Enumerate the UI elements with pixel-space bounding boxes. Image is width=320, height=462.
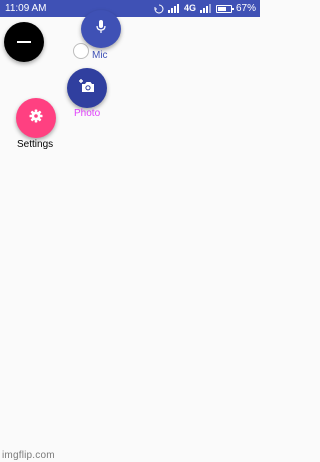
settings-label: Settings [17,139,54,150]
signal-strength-icon-2 [199,4,212,13]
battery-icon [215,4,234,13]
ghost-circle [73,43,89,59]
network-type: 4G [183,3,196,13]
status-bar: 11:09 AM 4G 67% [0,0,260,17]
microphone-icon [95,19,107,40]
main-fab-button[interactable] [4,22,44,62]
mic-fab-button[interactable] [81,10,121,48]
signal-strength-icon [167,4,180,13]
status-icons: 4G 67% [154,0,256,17]
mic-label: Mic [92,50,108,61]
battery-fill [217,6,226,11]
status-time: 11:09 AM [5,3,47,14]
camera-add-icon [78,78,96,99]
watermark-text: imgflip.com [2,450,55,461]
settings-fab-button[interactable] [16,98,56,138]
gear-icon [29,109,43,128]
photo-label: Photo [74,108,101,119]
auto-rotate-icon [154,4,164,14]
battery-percent: 67% [235,3,256,14]
photo-fab-button[interactable] [67,68,107,108]
minus-icon [17,41,31,43]
